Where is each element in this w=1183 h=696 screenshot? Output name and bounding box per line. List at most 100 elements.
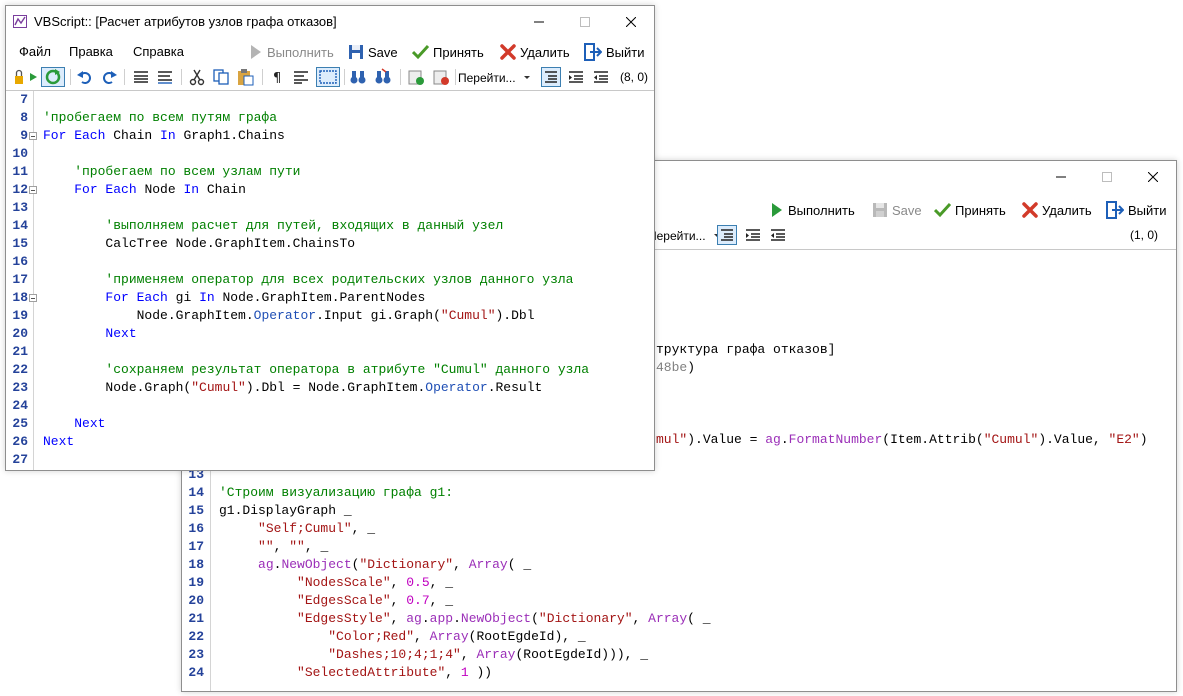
fold-toggle-icon[interactable] — [29, 132, 37, 140]
save-icon — [349, 45, 363, 59]
code-token: "NodesScale" — [297, 575, 391, 590]
save-button[interactable]: Save — [348, 41, 398, 63]
save-button[interactable]: Save — [872, 199, 922, 221]
outdent-button[interactable] — [592, 68, 610, 86]
lock-button[interactable] — [14, 68, 24, 86]
line-number: 22 — [12, 362, 28, 377]
code-editor[interactable]: 7 8 'пробегаем по всем путям графа 9 For Eac… — [6, 90, 654, 470]
exit-button[interactable]: Выйти — [584, 41, 645, 63]
align-button[interactable] — [292, 68, 310, 86]
indent-icon — [746, 229, 760, 241]
align-lines-button[interactable] — [717, 225, 737, 245]
cursor-position: (1, 0) — [1129, 228, 1158, 242]
code-token: In — [183, 182, 200, 197]
code-text: Node.GraphItem.Operator.Input gi.Graph("… — [43, 307, 535, 325]
run-small-button[interactable] — [28, 68, 38, 86]
remove-bookmark-button[interactable] — [432, 68, 450, 86]
wrap-lines-button[interactable] — [156, 68, 174, 86]
code-token: ).Dbl — [495, 308, 535, 323]
close-button[interactable] — [608, 6, 654, 38]
code-token: Node.GraphItem.ParentNodes — [214, 290, 426, 305]
find-button[interactable] — [349, 68, 367, 86]
goto-dropdown[interactable]: Перейти... — [458, 67, 536, 89]
code-token: app — [429, 611, 454, 626]
maximize-button[interactable] — [1084, 161, 1130, 193]
code-token: , — [390, 593, 407, 608]
code-token: ).Dbl = Node.GraphItem. — [245, 380, 426, 395]
add-bookmark-button[interactable] — [407, 68, 425, 86]
code-line: 12 For Each Node In Chain — [6, 181, 654, 199]
code-line: 9 For Each Chain In Graph1.Chains — [6, 127, 654, 145]
code-token: (RootEgdeId), _ — [468, 629, 586, 644]
maximize-button[interactable] — [562, 6, 608, 38]
code-text: For Each gi In Node.GraphItem.ParentNode… — [43, 289, 425, 307]
window-title: VBScript:: [Расчет атрибутов узлов графа… — [34, 14, 337, 29]
minimize-button[interactable] — [516, 6, 562, 38]
menu-file[interactable]: Файл — [19, 44, 51, 59]
exit-button[interactable]: Выйти — [1106, 199, 1167, 221]
paste-button[interactable] — [236, 68, 254, 86]
code-line: 14 'Строим визуализацию графа g1: — [182, 484, 1176, 502]
fold-toggle-icon[interactable] — [29, 186, 37, 194]
code-text: 'сохраняем результат оператора в атрибут… — [43, 361, 589, 379]
line-number: 11 — [12, 164, 28, 179]
code-token: , — [453, 557, 469, 572]
code-token: .Result — [487, 380, 543, 395]
goto-dropdown[interactable]: Перейти... — [648, 225, 726, 247]
list-lines-button[interactable] — [132, 68, 150, 86]
code-token: "" — [258, 539, 274, 554]
replace-button[interactable] — [374, 68, 392, 86]
code-text: 'применяем оператор для всех родительски… — [43, 271, 573, 289]
outdent-button[interactable] — [769, 226, 787, 244]
select-block-button[interactable] — [316, 67, 340, 87]
paragraph-button[interactable]: ¶ — [268, 68, 286, 86]
code-token: "SelectedAttribute" — [297, 665, 446, 680]
code-token: Chain — [105, 128, 161, 143]
remove-bookmark-icon — [433, 70, 449, 85]
delete-icon — [1022, 202, 1038, 218]
code-line: 14 'выполняем расчет для путей, входящих… — [6, 217, 654, 235]
menu-help[interactable]: Справка — [133, 44, 184, 59]
line-number: 10 — [12, 146, 28, 161]
code-line: 23 "Dashes;10;4;1;4", Array(RootEgdeId))… — [182, 646, 1176, 664]
code-token: ( — [531, 611, 539, 626]
code-token: Node — [136, 182, 184, 197]
minimize-button[interactable] — [1038, 161, 1084, 193]
code-text: "NodesScale", 0.5, _ — [219, 574, 453, 592]
redo-button[interactable] — [100, 68, 118, 86]
code-text: труктура графа отказов] — [656, 341, 835, 359]
refresh-button[interactable] — [41, 67, 65, 87]
code-token: "E2" — [1108, 432, 1140, 447]
delete-button[interactable]: Удалить — [1022, 199, 1092, 221]
delete-button[interactable]: Удалить — [500, 41, 570, 63]
code-token: "Cumul" — [983, 432, 1039, 447]
code-token: Array — [476, 647, 516, 662]
code-line: 20 Next — [6, 325, 654, 343]
fold-toggle-icon[interactable] — [29, 294, 37, 302]
close-button[interactable] — [1130, 161, 1176, 193]
accept-button[interactable]: Принять — [934, 199, 1006, 221]
menu-edit[interactable]: Правка — [69, 44, 113, 59]
run-button[interactable]: Выполнить — [249, 41, 334, 63]
code-token: "Dictionary" — [359, 557, 454, 572]
block-select-icon — [319, 70, 337, 84]
accept-button[interactable]: Принять — [412, 41, 484, 63]
code-token: NewObject — [460, 611, 532, 626]
code-text: For Each Node In Chain — [43, 181, 246, 199]
code-token: "" — [289, 539, 305, 554]
undo-button[interactable] — [76, 68, 94, 86]
run-button[interactable]: Выполнить — [770, 199, 855, 221]
code-text: "EdgesStyle", ag.app.NewObject("Dictiona… — [219, 610, 711, 628]
code-token: 48be — [656, 360, 688, 375]
align-lines-button[interactable] — [541, 67, 561, 87]
cut-button[interactable] — [188, 68, 206, 86]
play-icon — [772, 203, 782, 217]
indent-button[interactable] — [567, 68, 585, 86]
code-token: In — [160, 128, 176, 143]
copy-button[interactable] — [212, 68, 230, 86]
line-number: 18 — [188, 557, 204, 572]
indent-button[interactable] — [744, 226, 762, 244]
code-token: Graph1.Chains — [175, 128, 285, 143]
